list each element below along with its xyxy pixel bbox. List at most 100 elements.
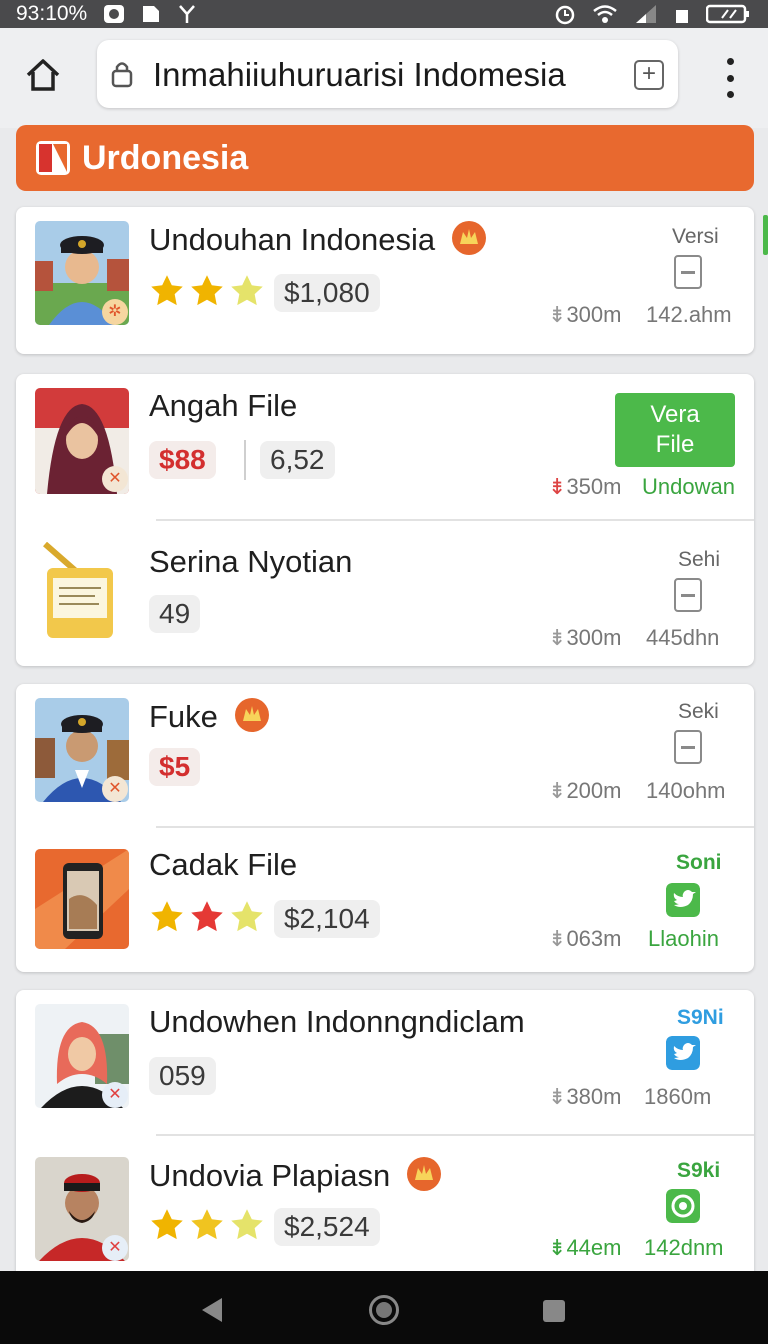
list-item[interactable]: Cadak File $2,104 Soni ⇟063m Llaohin — [16, 827, 754, 972]
download-link[interactable]: Llaohin — [648, 926, 719, 952]
back-icon[interactable] — [202, 1298, 222, 1322]
list-item[interactable]: ✕ Fuke $5 Seki ⇟200m 140ohm — [16, 684, 754, 827]
star-icon — [231, 1209, 263, 1240]
file-info: 142dnm — [644, 1235, 724, 1260]
star-icon — [191, 1209, 223, 1240]
page-header: Urdonesia — [16, 125, 754, 191]
rating-stars — [149, 273, 265, 309]
scroll-indicator[interactable] — [763, 215, 768, 255]
version-label: Soni — [676, 851, 722, 874]
address-bar[interactable]: Inmahiiuhuruarisi Indomesia + — [97, 40, 678, 108]
count-value: 059 — [149, 1057, 216, 1095]
list-item[interactable]: ✕ Undowhen Indonngndiclam 059 S9Ni ⇟380m… — [16, 990, 754, 1135]
collapse-icon[interactable] — [674, 730, 702, 764]
file-size: ⇟380m — [548, 1084, 622, 1109]
item-title: Undowhen Indonngndiclam — [149, 1004, 525, 1039]
file-thumbnail — [35, 849, 129, 949]
sim-icon — [676, 10, 688, 23]
avatar: ✕ — [35, 1004, 129, 1108]
star-icon — [191, 275, 223, 306]
remove-badge-icon[interactable]: ✕ — [102, 776, 128, 802]
collapse-icon[interactable] — [674, 255, 702, 289]
bird-icon[interactable] — [666, 883, 700, 917]
download-icon: ⇟ — [548, 474, 567, 499]
item-title: Serina Nyotian — [149, 544, 353, 579]
notification-icon — [104, 5, 125, 23]
download-icon: ⇟ — [548, 1235, 567, 1260]
home-nav-icon[interactable] — [369, 1295, 399, 1325]
wifi-icon — [593, 5, 617, 23]
file-size: ⇟350m — [548, 474, 622, 499]
star-icon — [231, 901, 263, 932]
signal-icon — [636, 5, 656, 23]
version-label: S9Ni — [677, 1006, 724, 1029]
item-title: Fuke — [149, 698, 269, 735]
lock-icon — [111, 62, 133, 88]
file-thumbnail — [35, 542, 129, 642]
secondary-value: 6,52 — [260, 441, 335, 479]
item-title: Undovia Plapiasn — [149, 1157, 441, 1194]
file-info: 140ohm — [646, 778, 726, 803]
file-info: 1860m — [644, 1084, 712, 1109]
status-bar: 93:10% — [0, 0, 768, 28]
url-text: Inmahiiuhuruarisi Indomesia — [153, 56, 566, 93]
star-icon — [151, 1209, 183, 1240]
version-label: Sehi — [678, 548, 721, 571]
remove-badge-icon[interactable]: ✕ — [102, 466, 128, 492]
download-icon: ⇟ — [548, 302, 567, 327]
avatar: ✕ — [35, 1157, 129, 1261]
rating-stars — [149, 899, 265, 935]
price-tag: $2,524 — [274, 1208, 380, 1246]
download-link[interactable]: Undowan — [642, 474, 735, 500]
file-card: ✕ Undowhen Indonngndiclam 059 S9Ni ⇟380m… — [16, 990, 754, 1280]
emblem-icon — [451, 221, 486, 255]
bird-icon[interactable] — [666, 1036, 700, 1070]
chat-icon[interactable] — [666, 1189, 700, 1223]
version-label: Versi — [672, 225, 719, 248]
price-tag: $1,080 — [274, 274, 380, 312]
list-item[interactable]: ✕ Angah File $88 6,52 Vera File ⇟350m Und… — [16, 374, 754, 520]
version-label: S9ki — [677, 1159, 721, 1182]
avatar: ✕ — [35, 698, 129, 802]
system-nav-bar — [0, 1271, 768, 1344]
new-tab-button[interactable]: + — [634, 60, 664, 90]
file-size: ⇟063m — [548, 926, 622, 951]
file-size: ⇟300m — [548, 625, 622, 650]
remove-badge-icon[interactable]: ✕ — [102, 1235, 128, 1261]
item-title: Undouhan Indonesia — [149, 221, 486, 258]
price-tag: $2,104 — [274, 900, 380, 938]
file-card: ✕ Angah File $88 6,52 Vera File ⇟350m Und… — [16, 374, 754, 666]
file-size: ⇟200m — [548, 778, 622, 803]
item-title: Cadak File — [149, 847, 298, 882]
file-card: ✕ Fuke $5 Seki ⇟200m 140ohm Cadak File $… — [16, 684, 754, 972]
list-item[interactable]: Serina Nyotian 49 Sehi ⇟300m 445dhn — [16, 520, 754, 666]
page-title: Urdonesia — [82, 138, 249, 177]
home-icon[interactable] — [24, 56, 62, 94]
browser-toolbar: Inmahiiuhuruarisi Indomesia + — [0, 28, 768, 128]
version-label: Seki — [678, 700, 719, 723]
list-item[interactable]: ✕ Undovia Plapiasn $2,524 S9ki ⇟44em 142… — [16, 1135, 754, 1280]
recent-apps-icon[interactable] — [543, 1300, 565, 1322]
download-icon: ⇟ — [548, 926, 567, 951]
download-icon: ⇟ — [548, 1084, 567, 1109]
status-time: 93:10% — [16, 2, 88, 25]
remove-badge-icon[interactable]: ✕ — [102, 1082, 128, 1108]
list-item[interactable]: ✲ Undouhan Indonesia $1,080 Versi ⇟300m … — [16, 207, 754, 354]
avatar: ✕ — [35, 388, 129, 494]
star-icon — [151, 275, 183, 306]
file-size: ⇟300m — [548, 302, 622, 327]
signal-tower-icon — [179, 5, 196, 23]
file-icon — [143, 6, 160, 22]
file-info: 445dhn — [646, 625, 720, 650]
more-vert-icon[interactable] — [718, 58, 742, 98]
collapse-icon[interactable] — [674, 578, 702, 612]
star-icon — [231, 275, 263, 306]
file-card: ✲ Undouhan Indonesia $1,080 Versi ⇟300m … — [16, 207, 754, 354]
view-file-button[interactable]: Vera File — [615, 393, 735, 467]
item-title: Angah File — [149, 388, 298, 423]
download-icon: ⇟ — [548, 778, 567, 803]
count-value: 49 — [149, 595, 201, 633]
divider — [244, 440, 246, 480]
star-icon — [191, 901, 223, 932]
file-info: 142.ahm — [646, 302, 732, 327]
